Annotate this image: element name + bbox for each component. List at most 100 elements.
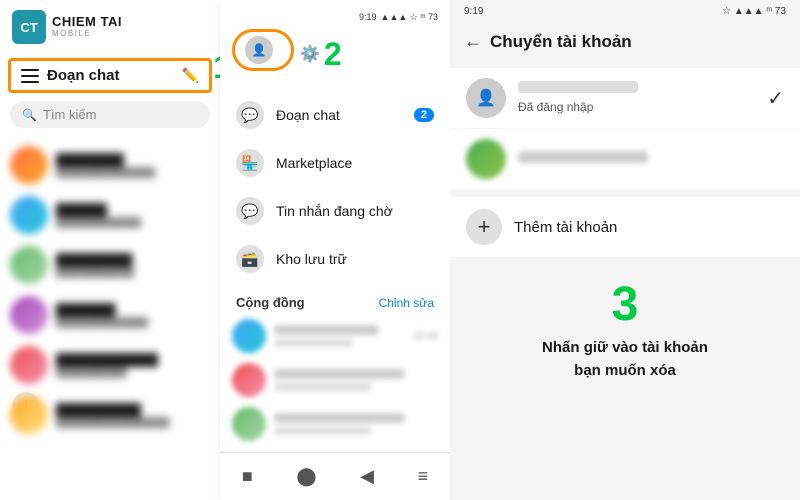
menu-label-archive: Kho lưu trữ — [276, 251, 434, 267]
bottom-nav: ■ ⬤ ◀ ≡ — [220, 452, 450, 500]
step-1-badge: 1 — [213, 51, 220, 83]
menu-item-chat[interactable]: 💬 Đoạn chat 2 — [220, 91, 450, 139]
account-list: 👤 Đã đăng nhập ✓ — [450, 68, 800, 189]
logo-bar: CT CHIEM TAI MOBILE — [0, 0, 220, 54]
chat-header: Đoạn chat ✏️ 1 — [8, 58, 212, 93]
preview-line — [274, 339, 353, 347]
status-bar: 9:19 ▲▲▲ ☆ ᵐ 73 — [232, 12, 438, 23]
list-item — [228, 358, 442, 402]
name-line — [274, 413, 405, 423]
avatar — [232, 363, 266, 397]
account-item-1[interactable]: 👤 Đã đăng nhập ✓ — [450, 68, 800, 128]
account-info-2 — [518, 151, 784, 168]
avatar — [232, 407, 266, 441]
section-label: Cộng đồng Chỉnh sửa — [220, 287, 450, 314]
nav-square-icon[interactable]: ■ — [242, 466, 253, 487]
logo-text: CHIEM TAI MOBILE — [52, 15, 122, 38]
marketplace-icon: 🏪 — [236, 149, 264, 177]
p2-header: 9:19 ▲▲▲ ☆ ᵐ 73 👤 ⚙️ 2 — [220, 0, 450, 87]
account-item-2[interactable] — [450, 129, 800, 189]
preview-line — [274, 383, 372, 391]
chat-info: ██████ ████████████ — [56, 203, 210, 228]
chat-name: ██████████ — [56, 403, 210, 417]
chat-preview: ██████████ — [56, 367, 210, 378]
chat-preview: ████████████████ — [56, 417, 210, 428]
panel-chat-list: CT CHIEM TAI MOBILE Đoạn chat ✏️ 1 🔍 Tìm… — [0, 0, 220, 500]
menu-item-marketplace[interactable]: 🏪 Marketplace — [220, 139, 450, 187]
settings-icon[interactable]: ⚙️ — [300, 44, 320, 64]
menu-item-pending[interactable]: 💬 Tin nhắn đang chờ — [220, 187, 450, 235]
account-info-1: Đã đăng nhập — [518, 81, 755, 116]
menu-label-pending: Tin nhắn đang chờ — [276, 203, 434, 219]
avatar — [10, 296, 48, 334]
back-icon[interactable]: ← — [464, 31, 482, 52]
list-item[interactable]: █████████ ███████████ — [0, 240, 220, 290]
preview-line — [274, 427, 372, 435]
list-item[interactable]: ████████████ ██████████ — [0, 340, 220, 390]
account-avatar-1: 👤 — [466, 78, 506, 118]
nav-back-icon[interactable]: ◀ — [360, 466, 374, 487]
panel-account-switcher: 9:19 ☆ ▲▲▲ ᵐ 73 ← Chuyển tài khoản 👤 Đã … — [450, 0, 800, 500]
search-bar[interactable]: 🔍 Tìm kiếm — [10, 101, 210, 128]
list-item[interactable]: ██████████ ████████████████ — [0, 390, 220, 440]
chat-name: ███████ — [56, 303, 210, 317]
menu-label-chat: Đoạn chat — [276, 107, 402, 123]
section-edit[interactable]: Chỉnh sửa — [379, 296, 434, 310]
edit-icon[interactable]: ✏️ — [182, 67, 199, 84]
chat-name: █████████ — [56, 253, 210, 267]
menu-label-marketplace: Marketplace — [276, 155, 434, 171]
chat-list: ████████ ██████████████ ██████ █████████… — [0, 136, 220, 444]
account-name-2 — [518, 151, 648, 163]
chat-preview: ███████████ — [56, 267, 210, 278]
avatar — [232, 319, 266, 353]
step-3-area: 3 Nhấn giữ vào tài khoản bạn muốn xóa — [450, 257, 800, 394]
chat-badge: 2 — [414, 108, 434, 122]
chat-info: ████████████ ██████████ — [56, 353, 210, 378]
name-line — [274, 325, 379, 335]
panel1-title: Đoạn chat — [47, 67, 176, 84]
chat-name: ████████████ — [56, 353, 210, 367]
chat-info: █████████ ███████████ — [56, 253, 210, 278]
step-2-badge: 2 — [324, 38, 342, 70]
chat-info: ███████ █████████████ — [56, 303, 210, 328]
chat-info: ██████████ ████████████████ — [56, 403, 210, 428]
chat-preview: █████████████ — [56, 317, 210, 328]
add-account-item[interactable]: + Thêm tài khoản — [450, 197, 800, 257]
chat-icon: 💬 — [236, 101, 264, 129]
avatar — [10, 146, 48, 184]
chat-name: ████████ — [56, 153, 210, 167]
avatar — [10, 346, 48, 384]
avatar — [10, 196, 48, 234]
step-3-instruction: Nhấn giữ vào tài khoản bạn muốn xóa — [466, 337, 784, 382]
account-avatar-2 — [466, 139, 506, 179]
profile-row[interactable]: 👤 — [232, 29, 294, 71]
pending-icon: 💬 — [236, 197, 264, 225]
nav-menu-icon[interactable]: ≡ — [418, 466, 429, 487]
status-bar: 9:19 ☆ ▲▲▲ ᵐ 73 — [450, 0, 800, 23]
chat-info — [274, 325, 405, 347]
checkmark-icon: ✓ — [767, 86, 784, 111]
avatar — [10, 396, 48, 434]
add-account-label: Thêm tài khoản — [514, 219, 617, 236]
logo-icon: CT — [12, 10, 46, 44]
p2-user-avatar: 👤 — [245, 36, 273, 64]
hamburger-icon[interactable] — [21, 69, 39, 83]
menu-item-archive[interactable]: 🗃️ Kho lưu trữ — [220, 235, 450, 283]
search-icon: 🔍 — [22, 108, 37, 122]
archive-icon: 🗃️ — [236, 245, 264, 273]
name-line — [274, 369, 405, 379]
list-item — [228, 402, 442, 446]
panel-menu: 9:19 ▲▲▲ ☆ ᵐ 73 👤 ⚙️ 2 💬 Đoạn chat 2 🏪 — [220, 0, 450, 500]
add-icon: + — [466, 209, 502, 245]
list-item[interactable]: ███████ █████████████ — [0, 290, 220, 340]
account-status-1: Đã đăng nhập — [518, 100, 593, 114]
menu-list: 💬 Đoạn chat 2 🏪 Marketplace 💬 Tin nhắn đ… — [220, 87, 450, 287]
main-layout: CT CHIEM TAI MOBILE Đoạn chat ✏️ 1 🔍 Tìm… — [0, 0, 800, 500]
chat-info — [274, 369, 438, 391]
p2-chat-list: 22:44 — [220, 314, 450, 446]
nav-circle-icon[interactable]: ⬤ — [296, 466, 316, 487]
account-name-1 — [518, 81, 638, 93]
list-item[interactable]: ████████ ██████████████ — [0, 140, 220, 190]
list-item[interactable]: ██████ ████████████ — [0, 190, 220, 240]
chat-info — [274, 413, 438, 435]
